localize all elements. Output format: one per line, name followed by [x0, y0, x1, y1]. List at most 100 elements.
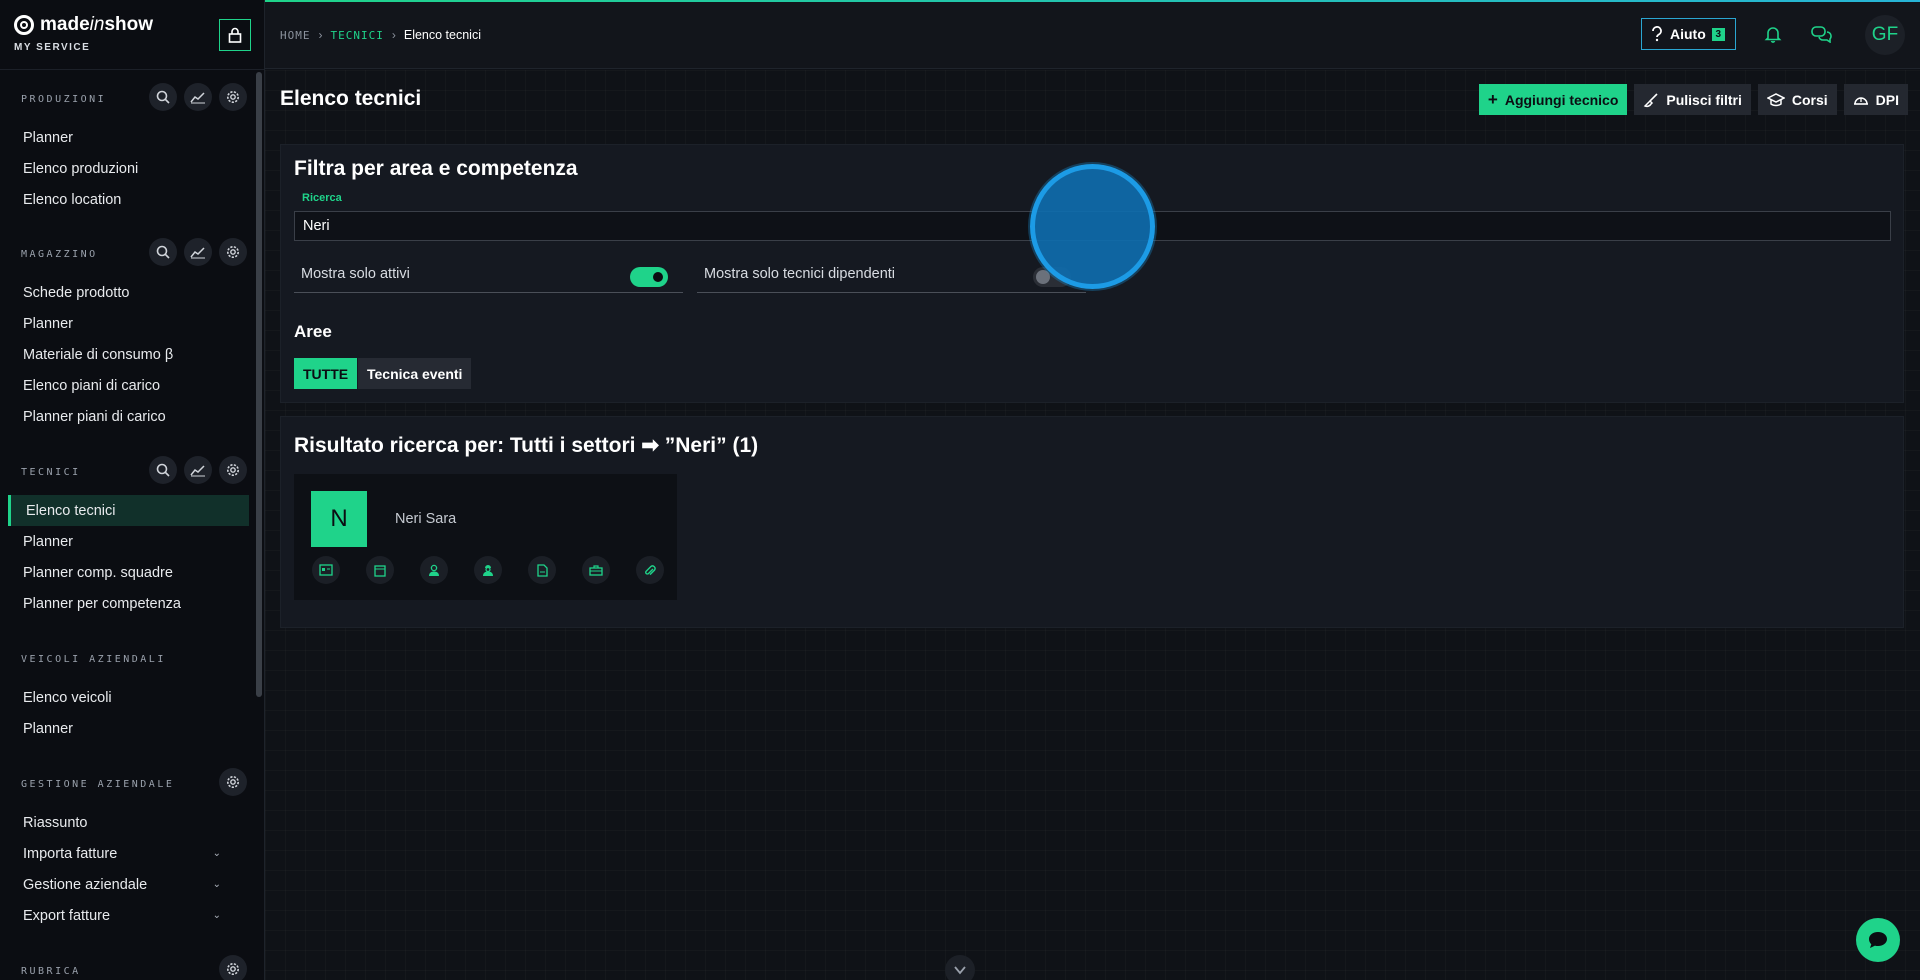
- graduation-cap-icon: [1766, 92, 1785, 106]
- sidebar-item-elenco-tecnici[interactable]: Elenco tecnici: [8, 495, 249, 526]
- sidebar-header: madeinshow MY SERVICE: [0, 0, 264, 70]
- dpi-button[interactable]: DPI: [1843, 84, 1908, 115]
- sidebar-section-gestione: GESTIONE AZIENDALE Riassunto Importa fat…: [0, 768, 255, 931]
- sidebar-item-schede-prodotto[interactable]: Schede prodotto: [0, 277, 255, 308]
- sidebar-item-planner[interactable]: Planner: [0, 308, 255, 339]
- results-title: Risultato ricerca per: Tutti i settori ➡…: [294, 434, 759, 457]
- sidebar-section-tecnici: TECNICI Elenco tecnici Planner Planner c…: [0, 456, 255, 619]
- top-header: HOME › TECNICI › Elenco tecnici Aiuto 3 …: [265, 2, 1920, 69]
- page-actions: + Aggiungi tecnico Pulisci filtri Corsi …: [1478, 84, 1908, 115]
- chart-icon[interactable]: [184, 238, 212, 266]
- sidebar-item-elenco-veicoli[interactable]: Elenco veicoli: [0, 682, 255, 713]
- sidebar-item-planner-per-competenza[interactable]: Planner per competenza: [0, 588, 255, 619]
- logo-text-italic: in: [89, 14, 105, 35]
- logo-icon: [14, 15, 34, 35]
- sidebar-item-export-fatture[interactable]: Export fatture ⌄: [0, 900, 255, 931]
- id-card-icon[interactable]: [312, 556, 340, 584]
- chevron-down-icon: ⌄: [212, 910, 221, 921]
- breadcrumb: HOME › TECNICI › Elenco tecnici: [280, 28, 481, 42]
- section-title: TECNICI: [21, 467, 81, 478]
- lock-sidebar-button[interactable]: [219, 19, 251, 51]
- gear-icon[interactable]: [219, 83, 247, 111]
- section-title: PRODUZIONI: [21, 94, 107, 105]
- page-title: Elenco tecnici: [280, 87, 422, 110]
- gear-icon[interactable]: [219, 955, 247, 980]
- logo-text-suffix: show: [104, 14, 153, 35]
- app-subtitle: MY SERVICE: [14, 42, 91, 53]
- calendar-icon[interactable]: [366, 556, 394, 584]
- breadcrumb-home[interactable]: HOME: [280, 29, 311, 42]
- support-chat-button[interactable]: [1856, 918, 1900, 962]
- chat-bubble-icon: [1869, 932, 1887, 948]
- help-icon: [1652, 26, 1662, 42]
- breadcrumb-separator-icon: ›: [318, 28, 323, 42]
- logo-text-prefix: made: [40, 14, 90, 35]
- sidebar-item-planner-piani-carico[interactable]: Planner piani di carico: [0, 401, 255, 432]
- document-icon[interactable]: [528, 556, 556, 584]
- area-chip-tutte[interactable]: TUTTE: [294, 358, 358, 389]
- section-title: GESTIONE AZIENDALE: [21, 779, 175, 790]
- technician-name[interactable]: Neri Sara: [395, 511, 456, 527]
- user-tie-icon[interactable]: [420, 556, 448, 584]
- sidebar-section-veicoli: VEICOLI AZIENDALI Elenco veicoli Planner: [0, 643, 255, 744]
- chevron-down-icon: ⌄: [212, 848, 221, 859]
- clear-filters-button[interactable]: Pulisci filtri: [1634, 84, 1751, 115]
- technician-actions: [312, 556, 664, 584]
- sidebar-item-planner-comp-squadre[interactable]: Planner comp. squadre: [0, 557, 255, 588]
- worker-icon[interactable]: [474, 556, 502, 584]
- sidebar-item-materiale-consumo[interactable]: Materiale di consumo β: [0, 339, 255, 370]
- plus-icon: +: [1487, 89, 1498, 109]
- help-badge: 3: [1711, 27, 1725, 41]
- sidebar-item-planner[interactable]: Planner: [0, 122, 255, 153]
- add-technician-button[interactable]: + Aggiungi tecnico: [1478, 84, 1628, 115]
- gear-icon[interactable]: [219, 768, 247, 796]
- search-label: Ricerca: [302, 192, 342, 204]
- sidebar-section-rubrica: RUBRICA: [0, 955, 255, 980]
- toggle-employees-label: Mostra solo tecnici dipendenti: [704, 266, 896, 282]
- search-icon[interactable]: [149, 83, 177, 111]
- help-button[interactable]: Aiuto 3: [1641, 18, 1736, 50]
- breadcrumb-current: Elenco tecnici: [403, 28, 481, 42]
- toggle-field-active: Mostra solo attivi: [294, 258, 683, 293]
- sidebar-item-planner[interactable]: Planner: [0, 713, 255, 744]
- sidebar-item-importa-fatture[interactable]: Importa fatture ⌄: [0, 838, 255, 869]
- toggle-active-switch[interactable]: [630, 267, 668, 287]
- chat-icon[interactable]: [1810, 22, 1834, 46]
- toggle-active-label: Mostra solo attivi: [301, 266, 410, 282]
- toolbox-icon[interactable]: [582, 556, 610, 584]
- filter-title: Filtra per area e competenza: [294, 157, 578, 180]
- logo[interactable]: madeinshow: [14, 14, 153, 36]
- sidebar-item-elenco-location[interactable]: Elenco location: [0, 184, 255, 215]
- chart-icon[interactable]: [184, 456, 212, 484]
- breadcrumb-tecnici[interactable]: TECNICI: [331, 29, 384, 42]
- toggle-field-employees: Mostra solo tecnici dipendenti: [697, 258, 1086, 293]
- user-avatar[interactable]: GF: [1865, 15, 1905, 55]
- technician-avatar: N: [311, 491, 367, 547]
- gear-icon[interactable]: [219, 456, 247, 484]
- sidebar-item-elenco-produzioni[interactable]: Elenco produzioni: [0, 153, 255, 184]
- areas-title: Aree: [294, 322, 332, 341]
- scroll-down-button[interactable]: [945, 955, 975, 980]
- sidebar-scrollbar[interactable]: [256, 72, 262, 697]
- courses-button[interactable]: Corsi: [1757, 84, 1837, 115]
- sidebar: madeinshow MY SERVICE PRODUZIONI Planner…: [0, 0, 265, 980]
- helmet-icon: [1853, 96, 1868, 105]
- results-panel: Risultato ricerca per: Tutti i settori ➡…: [280, 416, 1904, 628]
- paperclip-icon[interactable]: [636, 556, 664, 584]
- breadcrumb-separator-icon: ›: [391, 28, 396, 42]
- sidebar-item-planner[interactable]: Planner: [0, 526, 255, 557]
- bell-icon[interactable]: [1761, 22, 1785, 46]
- sidebar-item-gestione-aziendale[interactable]: Gestione aziendale ⌄: [0, 869, 255, 900]
- lock-icon: [228, 27, 242, 43]
- chevron-down-icon: ⌄: [212, 879, 221, 890]
- gear-icon[interactable]: [219, 238, 247, 266]
- search-icon[interactable]: [149, 456, 177, 484]
- search-icon[interactable]: [149, 238, 177, 266]
- section-title: RUBRICA: [21, 966, 81, 977]
- area-chip-tecnica-eventi[interactable]: Tecnica eventi: [358, 358, 472, 389]
- sidebar-item-riassunto[interactable]: Riassunto: [0, 807, 255, 838]
- technician-card[interactable]: N Neri Sara: [294, 474, 677, 600]
- sidebar-item-elenco-piani-carico[interactable]: Elenco piani di carico: [0, 370, 255, 401]
- section-title: MAGAZZINO: [21, 249, 98, 260]
- chart-icon[interactable]: [184, 83, 212, 111]
